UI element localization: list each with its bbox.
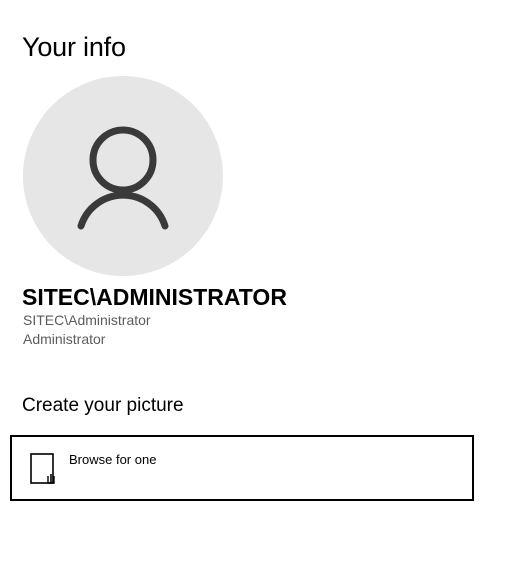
user-account-name: SITEC\Administrator [23, 312, 151, 328]
create-picture-heading: Create your picture [22, 395, 184, 416]
browse-for-one-label: Browse for one [69, 452, 157, 467]
file-icon [29, 452, 57, 486]
browse-for-one-button[interactable]: Browse for one [10, 435, 474, 501]
person-icon [77, 126, 169, 230]
user-role: Administrator [23, 331, 106, 347]
user-display-name: SITEC\ADMINISTRATOR [22, 284, 287, 310]
avatar [23, 76, 223, 276]
page-title: Your info [22, 32, 126, 62]
